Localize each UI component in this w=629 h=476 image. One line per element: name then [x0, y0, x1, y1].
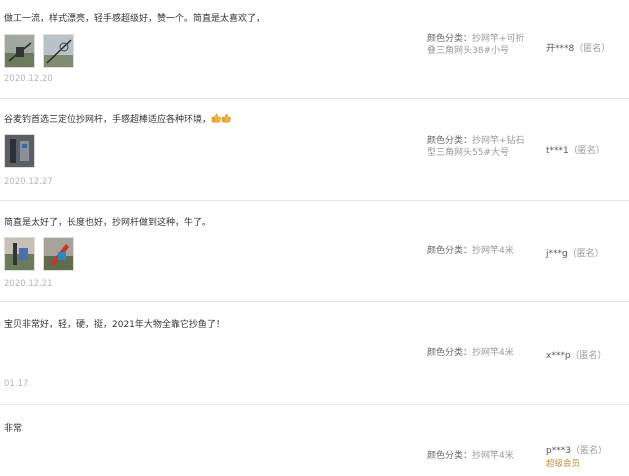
sku-value: 抄网竿4米 [472, 451, 514, 461]
reviewer-name: j***g [546, 249, 568, 259]
review-date: 01.17 [4, 379, 29, 389]
anonymous-tag: （匿名） [574, 44, 611, 54]
sku-info: 颜色分类：抄网竿4米 [427, 245, 537, 257]
review-text: 非常 [4, 424, 23, 434]
anonymous-tag: （匿名） [570, 351, 607, 361]
review-photos [4, 134, 35, 168]
sku-value: 抄网竿+可折 [472, 34, 525, 44]
photo-thumbnail[interactable] [4, 134, 35, 168]
review-date: 2020.12.20 [4, 74, 53, 84]
review-date: 2020.12.27 [4, 177, 53, 187]
thumbs-up-icon [211, 113, 221, 123]
review-text: 简直是太好了，长度也好，抄网杆做到这种，牛了。 [4, 218, 212, 228]
sku-info: 颜色分类：抄网竿4米 [427, 347, 537, 359]
reviewer-name: p***3 [546, 446, 571, 456]
photo-thumbnail[interactable] [4, 237, 35, 271]
reviewer: 开***8（匿名） [546, 41, 610, 54]
sku-info: 颜色分类：抄网竿+钻石型三角网头55#大号 [427, 135, 537, 159]
review-item: 谷麦钓首选三定位抄网杆，手感超棒适应各种环境， 2020.12.27 颜色分类：… [0, 99, 629, 201]
photo-thumbnail[interactable] [43, 34, 74, 68]
thumbs-up-icon [221, 113, 231, 123]
sku-info: 颜色分类：抄网竿+可折叠三角网头38#小号 [427, 33, 537, 57]
review-item: 非常 颜色分类：抄网竿4米 p***3（匿名） 超级会员 [0, 405, 629, 476]
review-photos [4, 34, 74, 68]
member-badge: 超级会员 [546, 459, 581, 469]
photo-thumbnail[interactable] [4, 34, 35, 68]
review-item: 简直是太好了，长度也好，抄网杆做到这种，牛了。 2020.12.21 颜色分类：… [0, 201, 629, 302]
review-text: 宝贝非常好，轻，硬，挺，2021年大物全靠它抄鱼了！ [4, 320, 225, 330]
sku-value: 抄网竿4米 [472, 348, 514, 358]
sku-label: 颜色分类： [427, 348, 473, 358]
reviewer: p***3（匿名） [546, 443, 607, 456]
sku-label: 颜色分类： [427, 34, 473, 44]
reviewer-name: 开***8 [546, 44, 575, 54]
review-item: 宝贝非常好，轻，硬，挺，2021年大物全靠它抄鱼了！ 01.17 颜色分类：抄网… [0, 302, 629, 405]
anonymous-tag: （匿名） [570, 446, 607, 456]
sku-label: 颜色分类： [427, 136, 473, 146]
sku-value-cont: 型三角网头55#大号 [427, 148, 509, 158]
sku-info: 颜色分类：抄网竿4米 [427, 450, 537, 462]
review-item: 做工一流，样式漂亮，轻手感超级好，赞一个。简直是太喜欢了， 2020.12.20… [0, 0, 629, 99]
sku-value: 抄网竿+钻石 [472, 136, 525, 146]
review-text: 谷麦钓首选三定位抄网杆，手感超棒适应各种环境， [4, 115, 212, 125]
review-date: 2020.12.21 [4, 279, 53, 289]
review-text: 做工一流，样式漂亮，轻手感超级好，赞一个。简直是太喜欢了， [4, 14, 266, 24]
sku-label: 颜色分类： [427, 246, 473, 256]
reviewer-name: t***1 [546, 146, 569, 156]
sku-label: 颜色分类： [427, 451, 473, 461]
reviewer: j***g（匿名） [546, 246, 604, 259]
review-text-wrap: 谷麦钓首选三定位抄网杆，手感超棒适应各种环境， [4, 112, 404, 125]
reviewer: x***p（匿名） [546, 348, 607, 361]
reviewer-name: x***p [546, 351, 571, 361]
photo-thumbnail[interactable] [43, 237, 74, 271]
anonymous-tag: （匿名） [567, 249, 604, 259]
sku-value: 抄网竿4米 [472, 246, 514, 256]
sku-value-cont: 叠三角网头38#小号 [427, 46, 509, 56]
review-photos [4, 237, 74, 271]
reviewer: t***1（匿名） [546, 143, 605, 156]
anonymous-tag: （匿名） [568, 146, 605, 156]
